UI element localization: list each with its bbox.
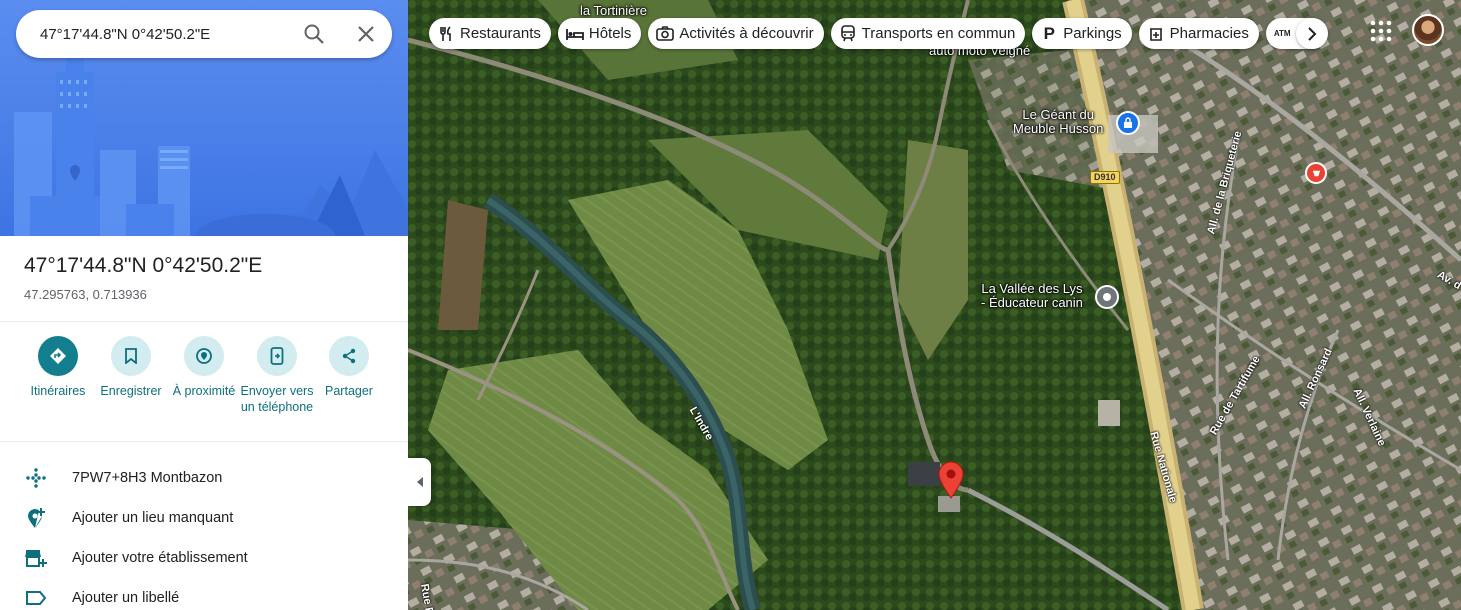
add-business-row[interactable]: Ajouter votre établissement — [0, 538, 408, 578]
camera-icon — [656, 25, 675, 43]
action-label: Partager — [325, 384, 373, 398]
chip-parkings[interactable]: P Parkings — [1032, 18, 1132, 49]
map-label-tortiniere[interactable]: la Tortinière — [580, 4, 647, 18]
side-panel: 47°17'44.8"N 0°42'50.2"E 47.295763, 0.71… — [0, 0, 408, 610]
chips-next-button[interactable] — [1296, 18, 1328, 49]
share-button[interactable]: Partager — [309, 336, 389, 399]
restaurant-poi-icon[interactable] — [1305, 162, 1327, 184]
action-buttons: Itinéraires Enregistrer À proximité Envo… — [0, 336, 408, 436]
share-icon — [329, 336, 369, 376]
hotel-icon — [565, 25, 584, 43]
plus-code-row[interactable]: 7PW7+8H3 Montbazon — [0, 458, 408, 498]
chip-transports[interactable]: Transports en commun — [830, 18, 1026, 49]
nearby-icon — [184, 336, 224, 376]
place-title: 47°17'44.8"N 0°42'50.2"E — [24, 254, 263, 277]
pharmacy-icon — [1147, 25, 1165, 43]
map-label-geant-line2: Meuble Husson — [1013, 121, 1104, 136]
chip-label: Restaurants — [460, 25, 541, 42]
chip-label: Parkings — [1063, 25, 1122, 42]
action-label: Enregistrer — [100, 384, 162, 398]
chip-hotels[interactable]: Hôtels — [557, 18, 642, 49]
save-button[interactable]: Enregistrer — [91, 336, 171, 399]
user-avatar[interactable] — [1412, 14, 1444, 46]
search-icon[interactable] — [302, 22, 326, 46]
category-chips: Restaurants Hôtels Activités à découvrir… — [429, 18, 1326, 49]
chevron-right-icon — [1308, 26, 1317, 41]
chip-label: Transports en commun — [861, 25, 1016, 42]
place-poi-icon[interactable] — [1095, 285, 1119, 309]
map-label-geant-line1: Le Géant du — [1022, 107, 1094, 122]
map-label-vallee-des-lys[interactable]: La Vallée des Lys - Éducateur canin — [981, 282, 1083, 310]
collapse-panel-button[interactable] — [408, 458, 431, 506]
plus-code-text: 7PW7+8H3 Montbazon — [72, 470, 223, 486]
map-label-geant-du-meuble[interactable]: Le Géant du Meuble Husson — [1013, 108, 1103, 136]
road-badge-d910: D910 — [1090, 171, 1120, 184]
restaurant-icon — [437, 25, 455, 43]
directions-button[interactable]: Itinéraires — [18, 336, 98, 399]
send-to-phone-button[interactable]: Envoyer vers un téléphone — [237, 336, 317, 415]
chip-label: Activités à découvrir — [679, 25, 814, 42]
close-icon[interactable] — [354, 22, 378, 46]
add-label-row[interactable]: Ajouter un libellé — [0, 578, 408, 610]
parking-icon: P — [1043, 23, 1055, 43]
search-input[interactable] — [40, 25, 290, 43]
map-label-vallee-line1: La Vallée des Lys — [981, 281, 1083, 296]
directions-icon — [38, 336, 78, 376]
add-business-text: Ajouter votre établissement — [72, 550, 248, 566]
chip-label: Hôtels — [588, 25, 632, 42]
atm-icon: ATM — [1273, 29, 1291, 38]
add-label-text: Ajouter un libellé — [72, 590, 180, 606]
add-place-icon — [24, 506, 48, 530]
satellite-imagery — [408, 0, 1461, 610]
map-label-vallee-line2: - Éducateur canin — [981, 295, 1083, 310]
add-missing-place-text: Ajouter un lieu manquant — [72, 510, 234, 526]
action-label: À proximité — [172, 384, 236, 398]
place-decimal-coords: 47.295763, 0.713936 — [24, 287, 147, 302]
nearby-button[interactable]: À proximité — [164, 336, 244, 399]
label-icon — [24, 586, 48, 610]
hero-illustration — [0, 0, 408, 236]
satellite-map[interactable]: la Tortinière auto moto Veigné Le Géant … — [408, 0, 1461, 610]
caret-left-icon — [416, 477, 423, 487]
search-box — [16, 10, 392, 58]
divider — [0, 441, 408, 442]
add-business-icon — [24, 546, 48, 570]
add-missing-place-row[interactable]: Ajouter un lieu manquant — [0, 498, 408, 538]
divider — [0, 321, 408, 322]
chip-activites[interactable]: Activités à découvrir — [648, 18, 824, 49]
chip-label: Pharmacies — [1169, 25, 1249, 42]
location-pin-icon[interactable] — [938, 461, 964, 499]
plus-code-icon — [24, 466, 48, 490]
chip-pharmacies[interactable]: Pharmacies — [1138, 18, 1259, 49]
action-label: Itinéraires — [30, 384, 86, 398]
send-to-phone-icon — [257, 336, 297, 376]
bookmark-icon — [111, 336, 151, 376]
shopping-poi-icon[interactable] — [1116, 111, 1140, 135]
chip-restaurants[interactable]: Restaurants — [429, 18, 551, 49]
action-label: Envoyer vers un téléphone — [240, 384, 314, 414]
apps-grid-icon[interactable] — [1370, 20, 1392, 42]
transit-icon — [839, 25, 857, 43]
